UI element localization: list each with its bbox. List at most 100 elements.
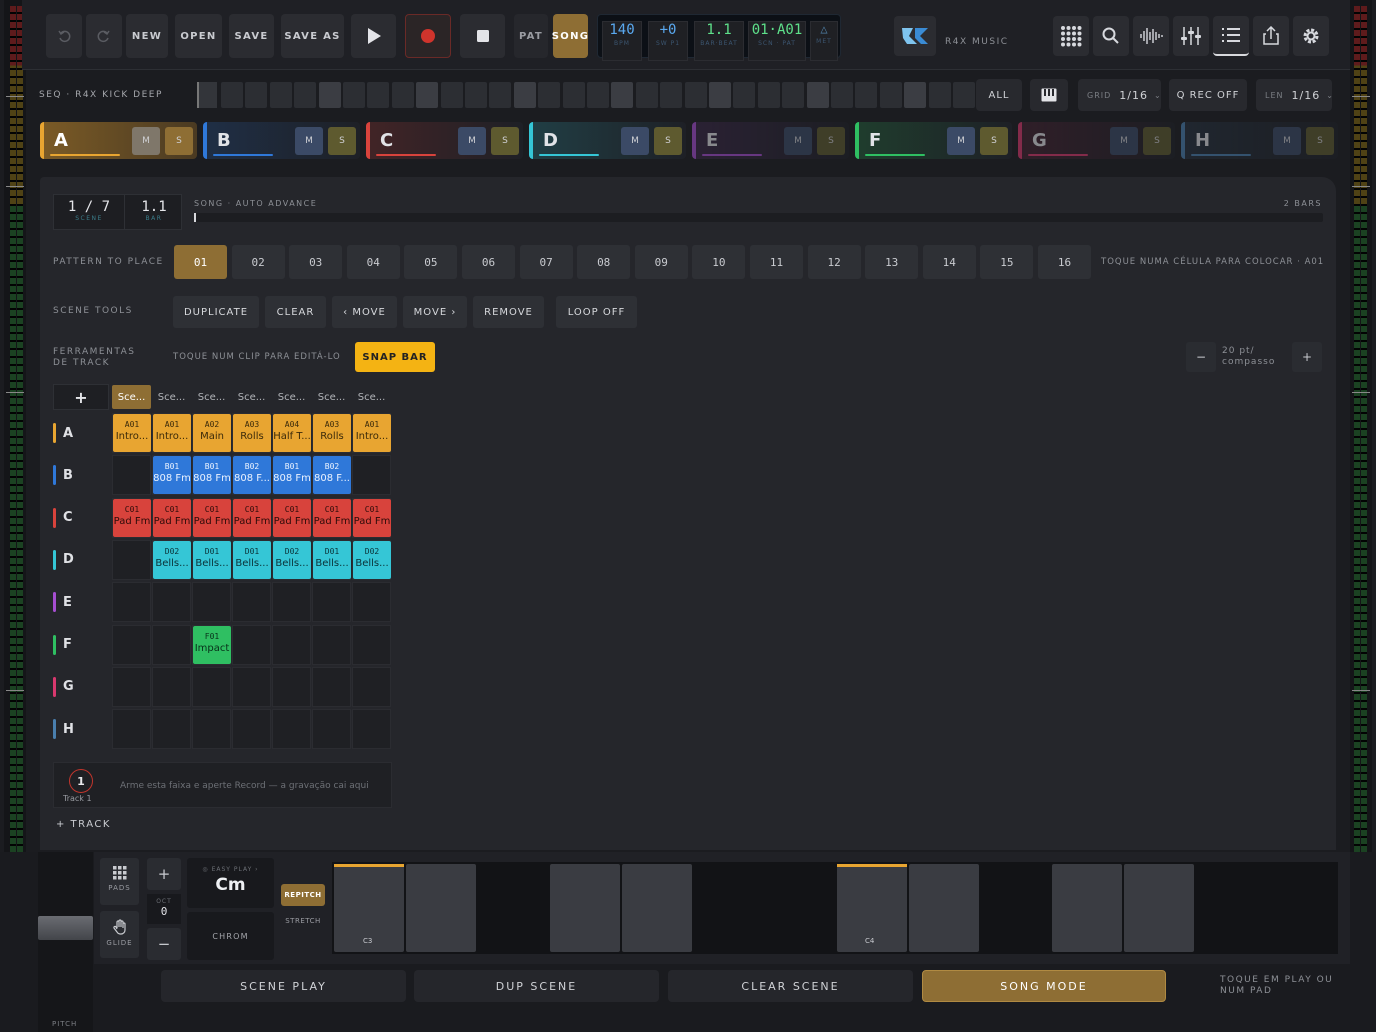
clip[interactable]: D01 Bells... (193, 540, 231, 579)
clear-scene-button[interactable]: CLEAR (265, 296, 326, 328)
empty-cell[interactable] (112, 582, 151, 623)
open-button[interactable]: OPEN (175, 14, 222, 58)
empty-cell[interactable] (192, 709, 231, 750)
stretch-toggle[interactable]: STRETCH (281, 910, 325, 932)
new-button[interactable]: NEW (126, 14, 168, 58)
empty-cell[interactable] (352, 582, 391, 623)
seq-step[interactable] (538, 82, 561, 108)
seq-step[interactable] (782, 82, 805, 108)
clip[interactable]: C01 Pad Fm (113, 498, 151, 537)
empty-cell[interactable] (112, 539, 151, 580)
song-mode-button[interactable]: SONG MODE (922, 970, 1166, 1002)
scale-selector[interactable]: ◎ EASY PLAY › Cm (187, 858, 274, 908)
song-progress-track[interactable] (194, 213, 1323, 222)
seq-step[interactable] (831, 82, 853, 108)
scene-header[interactable]: Sce... (312, 385, 351, 409)
empty-cell[interactable] (152, 666, 191, 707)
empty-cell[interactable] (112, 666, 151, 707)
track-tab-h[interactable]: H MS (1181, 122, 1338, 159)
step-length[interactable]: LEN 1/16 ⌄ (1256, 79, 1333, 111)
clip[interactable]: A03 Rolls (313, 414, 351, 452)
clip[interactable]: B02 808 F... (233, 456, 271, 495)
pads-toggle[interactable]: PADS (100, 858, 139, 905)
clip[interactable]: F01 Impact (193, 625, 231, 664)
pattern-11[interactable]: 11 (750, 245, 803, 279)
remove-scene-button[interactable]: REMOVE (473, 296, 544, 328)
mute-button[interactable]: M (295, 127, 323, 155)
seq-step[interactable] (513, 82, 536, 108)
clip[interactable]: A01 Intro... (153, 414, 191, 452)
pattern-10[interactable]: 10 (692, 245, 746, 279)
clip[interactable]: D02 Bells... (273, 540, 311, 579)
clip[interactable]: C01 Pad Fm (193, 498, 231, 537)
record-button[interactable] (405, 14, 451, 58)
seq-step[interactable] (318, 82, 341, 108)
empty-cell[interactable] (272, 709, 311, 750)
save-button[interactable]: SAVE (229, 14, 274, 58)
redo-button[interactable] (86, 14, 122, 58)
empty-cell[interactable] (152, 709, 191, 750)
clip[interactable]: C01 Pad Fm (353, 498, 391, 537)
empty-cell[interactable] (272, 624, 311, 665)
seq-step[interactable] (684, 82, 707, 108)
mute-button[interactable]: M (621, 127, 649, 155)
seq-step[interactable] (221, 82, 243, 108)
seq-step[interactable] (245, 82, 268, 108)
empty-cell[interactable] (272, 666, 311, 707)
empty-cell[interactable] (112, 455, 151, 496)
pattern-05[interactable]: 05 (404, 245, 458, 279)
mute-button[interactable]: M (1110, 127, 1138, 155)
seq-step[interactable] (709, 82, 731, 108)
piano-key[interactable] (1052, 864, 1122, 952)
track-tab-d[interactable]: D MS (529, 122, 686, 159)
clip[interactable]: C01 Pad Fm (233, 498, 271, 537)
solo-button[interactable]: S (1143, 127, 1171, 155)
pattern-09[interactable]: 09 (634, 245, 688, 279)
metronome-icon[interactable]: △ (811, 22, 837, 36)
seq-step[interactable] (635, 82, 658, 108)
song-list-button[interactable] (1213, 16, 1249, 56)
clip[interactable]: B01 808 Fm (193, 456, 231, 495)
empty-cell[interactable] (312, 709, 351, 750)
search-button[interactable] (1093, 16, 1129, 56)
pattern-04[interactable]: 04 (346, 245, 400, 279)
track-tab-b[interactable]: B MS (203, 122, 360, 159)
solo-button[interactable]: S (817, 127, 845, 155)
seq-step[interactable] (391, 82, 414, 108)
pattern-mode-button[interactable]: PAT (514, 14, 548, 58)
seq-step[interactable] (904, 82, 927, 108)
clip[interactable]: C01 Pad Fm (273, 498, 311, 537)
zoom-out-button[interactable]: − (1186, 342, 1216, 372)
scene-header[interactable]: Sce... (192, 385, 231, 409)
mute-button[interactable]: M (1273, 127, 1301, 155)
duplicate-scene-button[interactable]: DUPLICATE (173, 296, 259, 328)
clip[interactable]: B02 808 F... (313, 456, 351, 495)
scene-header[interactable]: Sce... (232, 385, 271, 409)
seq-step[interactable] (928, 82, 951, 108)
seq-step[interactable] (855, 82, 878, 108)
empty-cell[interactable] (312, 624, 351, 665)
seq-step[interactable] (562, 82, 585, 108)
solo-button[interactable]: S (491, 127, 519, 155)
seq-step[interactable] (440, 82, 463, 108)
octave-down-button[interactable]: − (147, 928, 181, 960)
scene-header[interactable]: Sce... (352, 385, 391, 409)
seq-step[interactable] (733, 82, 756, 108)
piano-key[interactable] (1124, 864, 1194, 952)
seq-step[interactable] (757, 82, 780, 108)
mute-button[interactable]: M (132, 127, 160, 155)
scene-header[interactable]: Sce... (112, 385, 151, 409)
seq-step[interactable] (367, 82, 390, 108)
scene-header[interactable]: Sce... (152, 385, 191, 409)
piano-key[interactable] (550, 864, 620, 952)
piano-key[interactable] (622, 864, 692, 952)
add-track-button[interactable]: + TRACK (56, 819, 111, 830)
song-mode-toggle[interactable]: SONG (552, 14, 588, 58)
pads-view-button[interactable] (1053, 16, 1089, 56)
empty-cell[interactable] (312, 666, 351, 707)
empty-cell[interactable] (152, 582, 191, 623)
clip[interactable]: C01 Pad Fm (153, 498, 191, 537)
empty-cell[interactable] (352, 624, 391, 665)
empty-cell[interactable] (232, 666, 271, 707)
all-button[interactable]: ALL (976, 79, 1022, 111)
